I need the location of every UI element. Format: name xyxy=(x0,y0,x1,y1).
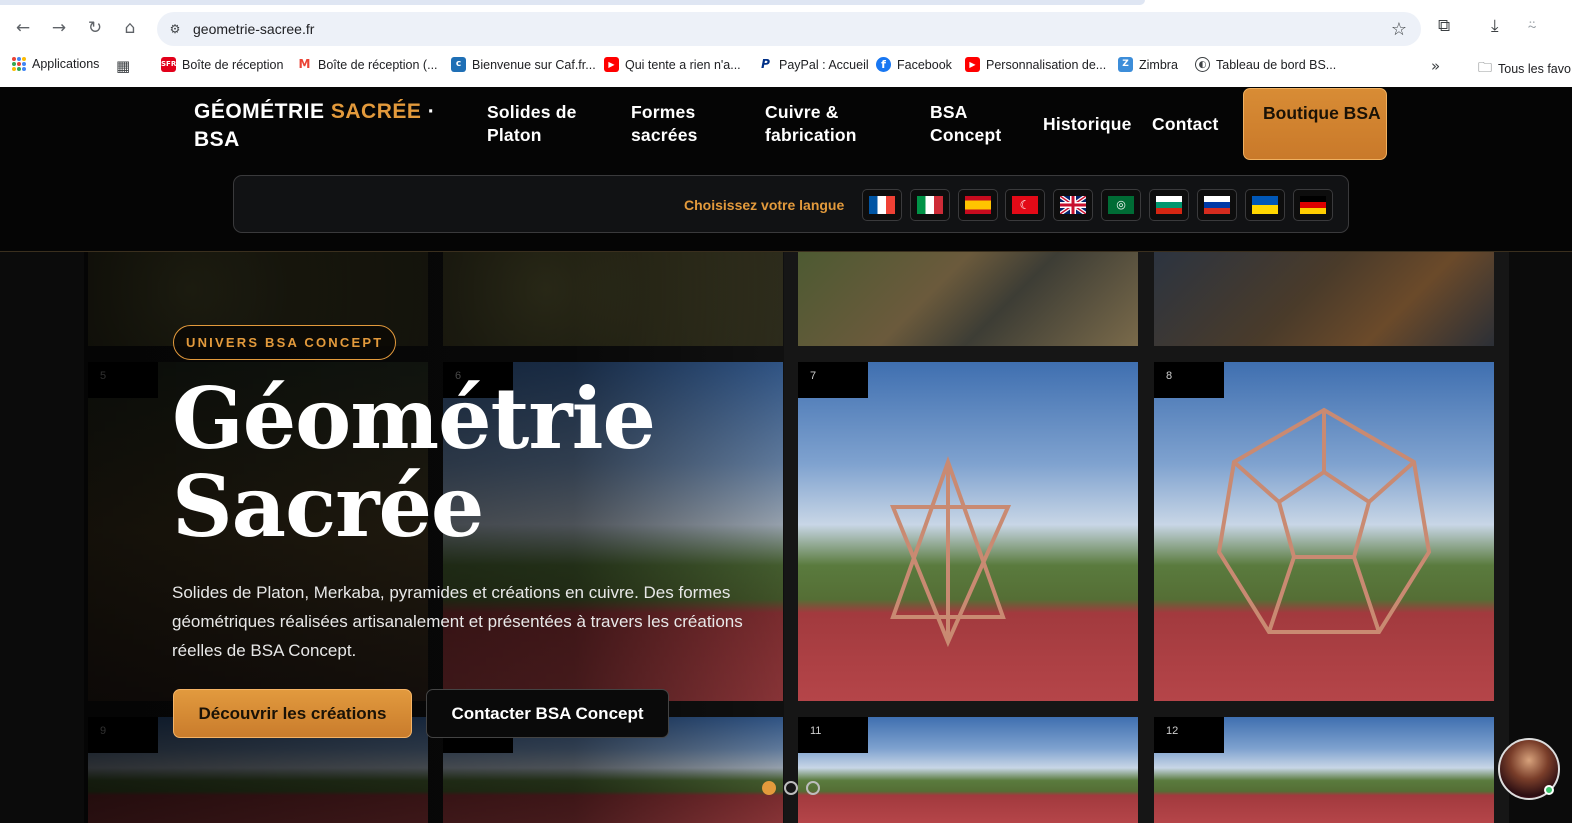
bookmark-label: Zimbra xyxy=(1139,57,1178,72)
gallery-tile[interactable] xyxy=(1154,252,1494,346)
bookmark-label: Bienvenue sur Caf.fr... xyxy=(472,57,596,72)
dodecahedron-sculpture xyxy=(1216,407,1432,634)
hero-badge: UNIVERS BSA CONCEPT xyxy=(173,325,397,360)
bookmark-label: PayPal : Accueil xyxy=(779,57,869,72)
bookmarks-overflow[interactable]: » xyxy=(1431,57,1440,75)
logo-text: GÉOMÉTRIE xyxy=(194,100,331,123)
youtube-icon: ▶ xyxy=(965,57,980,72)
site-logo[interactable]: GÉOMÉTRIE SACRÉE · BSA xyxy=(194,98,464,154)
nav-formes-sacrees[interactable]: Formes sacrées xyxy=(631,101,721,147)
gallery-tile[interactable]: 11 xyxy=(798,717,1138,823)
bookmark-label: Applications xyxy=(32,57,100,71)
union-jack xyxy=(1060,196,1086,214)
sfr-icon: SFR xyxy=(161,57,176,72)
extensions-icon[interactable]: ⧉ xyxy=(1438,16,1450,36)
slider-dot[interactable] xyxy=(762,781,776,795)
flag-ua-icon[interactable] xyxy=(1245,189,1285,221)
gallery-tile[interactable]: 12 xyxy=(1154,717,1494,823)
flag-ru-icon[interactable] xyxy=(1197,189,1237,221)
gallery-tile[interactable]: 8 xyxy=(1154,362,1494,701)
merkaba-sculpture xyxy=(890,456,1012,648)
caf-icon: c xyxy=(451,57,466,72)
back-icon[interactable]: ← xyxy=(12,17,34,39)
nav-cuivre-fabrication[interactable]: Cuivre & fabrication xyxy=(765,101,885,147)
bookmark-dashboard[interactable]: ◐ Tableau de bord BS... xyxy=(1195,57,1336,72)
bookmark-youtube-2[interactable]: ▶ Personnalisation de... xyxy=(965,57,1106,72)
folder-icon: 🗀 xyxy=(1478,60,1492,76)
tile-number: 12 xyxy=(1154,717,1224,753)
online-status-icon xyxy=(1544,785,1554,795)
nav-bsa-concept[interactable]: BSA Concept xyxy=(930,101,1020,147)
bookmark-label: Boîte de réception xyxy=(182,57,284,72)
bookmark-sfr[interactable]: SFR Boîte de réception xyxy=(161,57,283,72)
flag-de-icon[interactable] xyxy=(1293,189,1333,221)
bookmark-label: Tableau de bord BS... xyxy=(1216,57,1337,72)
globe-icon: ◐ xyxy=(1195,57,1210,72)
paypal-icon: P xyxy=(758,57,773,72)
apps-grid-icon xyxy=(12,57,26,71)
profile-icon[interactable]: ⍨ xyxy=(1527,16,1537,36)
tile-number: 11 xyxy=(798,717,868,753)
slider-dot[interactable] xyxy=(784,781,798,795)
home-icon[interactable]: ⌂ xyxy=(119,17,141,39)
bookmark-applications[interactable]: Applications xyxy=(12,57,99,71)
hero-title-line: Sacrée xyxy=(172,457,484,556)
bookmark-tab-groups[interactable]: ▦ xyxy=(116,57,130,75)
youtube-icon: ▶ xyxy=(604,57,619,72)
facebook-icon: f xyxy=(876,57,891,72)
gmail-icon: M xyxy=(297,57,312,72)
bookmark-zimbra[interactable]: Z Zimbra xyxy=(1118,57,1178,72)
hero-description: Solides de Platon, Merkaba, pyramides et… xyxy=(172,583,743,660)
bookmarks-bar: Applications ▦ SFR Boîte de réception M … xyxy=(0,52,1572,80)
discover-creations-button[interactable]: Découvrir les créations xyxy=(173,689,412,738)
nav-contact[interactable]: Contact xyxy=(1152,113,1219,136)
address-bar[interactable]: ⚙ geometrie-sacree.fr ☆ xyxy=(157,12,1421,46)
contact-bsa-button[interactable]: Contacter BSA Concept xyxy=(426,689,669,738)
bookmark-gmail[interactable]: M Boîte de réception (... xyxy=(297,57,438,72)
tab-strip xyxy=(0,0,1145,5)
browser-chrome: ← → ↻ ⌂ ⚙ geometrie-sacree.fr ☆ ⧉ ⤓ ⍨ Ap… xyxy=(0,0,1572,87)
bookmark-label: Facebook xyxy=(897,57,952,72)
gallery-tile[interactable] xyxy=(798,252,1138,346)
logo-accent: SACRÉE xyxy=(330,100,422,123)
flag-it-icon[interactable] xyxy=(910,189,950,221)
bookmark-caf[interactable]: c Bienvenue sur Caf.fr... xyxy=(451,57,596,72)
hero-title-line: Géométrie xyxy=(172,369,656,468)
bookmark-label: Personnalisation de... xyxy=(986,57,1107,72)
site-viewport: 5 6 7 8 xyxy=(0,87,1572,823)
bookmark-label: Qui tente a rien n'a... xyxy=(625,57,741,72)
flag-gb-icon[interactable] xyxy=(1053,189,1093,221)
nav-historique[interactable]: Historique xyxy=(1043,113,1132,136)
site-info-icon[interactable]: ⚙ xyxy=(167,21,183,37)
flag-fr-icon[interactable] xyxy=(862,189,902,221)
tab-groups-icon: ▦ xyxy=(116,57,131,75)
bookmark-youtube-1[interactable]: ▶ Qui tente a rien n'a... xyxy=(604,57,741,72)
shop-button[interactable]: Boutique BSA xyxy=(1243,88,1387,160)
bookmark-label: Tous les favo xyxy=(1498,62,1571,76)
url-text[interactable]: geometrie-sacree.fr xyxy=(193,21,314,37)
reload-icon[interactable]: ↻ xyxy=(84,17,106,39)
bookmark-label: Boîte de réception (... xyxy=(318,57,438,72)
bookmark-facebook[interactable]: f Facebook xyxy=(876,57,952,72)
flag-es-icon[interactable] xyxy=(958,189,998,221)
slider-dots xyxy=(762,781,820,795)
forward-icon[interactable]: → xyxy=(48,17,70,39)
language-label: Choisissez votre langue xyxy=(684,197,845,213)
bookmark-paypal[interactable]: P PayPal : Accueil xyxy=(758,57,869,72)
flag-tr-icon[interactable]: ☾ xyxy=(1005,189,1045,221)
language-bar: Choisissez votre langue ☾ ◎ xyxy=(233,175,1349,233)
bookmark-star-icon[interactable]: ☆ xyxy=(1391,19,1407,40)
nav-solides-de-platon[interactable]: Solides de Platon xyxy=(487,101,597,147)
chevron-right-icon: » xyxy=(1431,57,1441,75)
slider-dot[interactable] xyxy=(806,781,820,795)
site-header: GÉOMÉTRIE SACRÉE · BSA Solides de Platon… xyxy=(0,87,1572,252)
flag-sa-icon[interactable]: ◎ xyxy=(1101,189,1141,221)
gallery-tile[interactable]: 7 xyxy=(798,362,1138,701)
bookmark-all-favorites[interactable]: 🗀 Tous les favo xyxy=(1478,57,1571,81)
hero-title: Géométrie Sacrée xyxy=(172,375,792,551)
zimbra-icon: Z xyxy=(1118,57,1133,72)
download-icon[interactable]: ⤓ xyxy=(1491,16,1499,36)
flag-bg-icon[interactable] xyxy=(1149,189,1189,221)
